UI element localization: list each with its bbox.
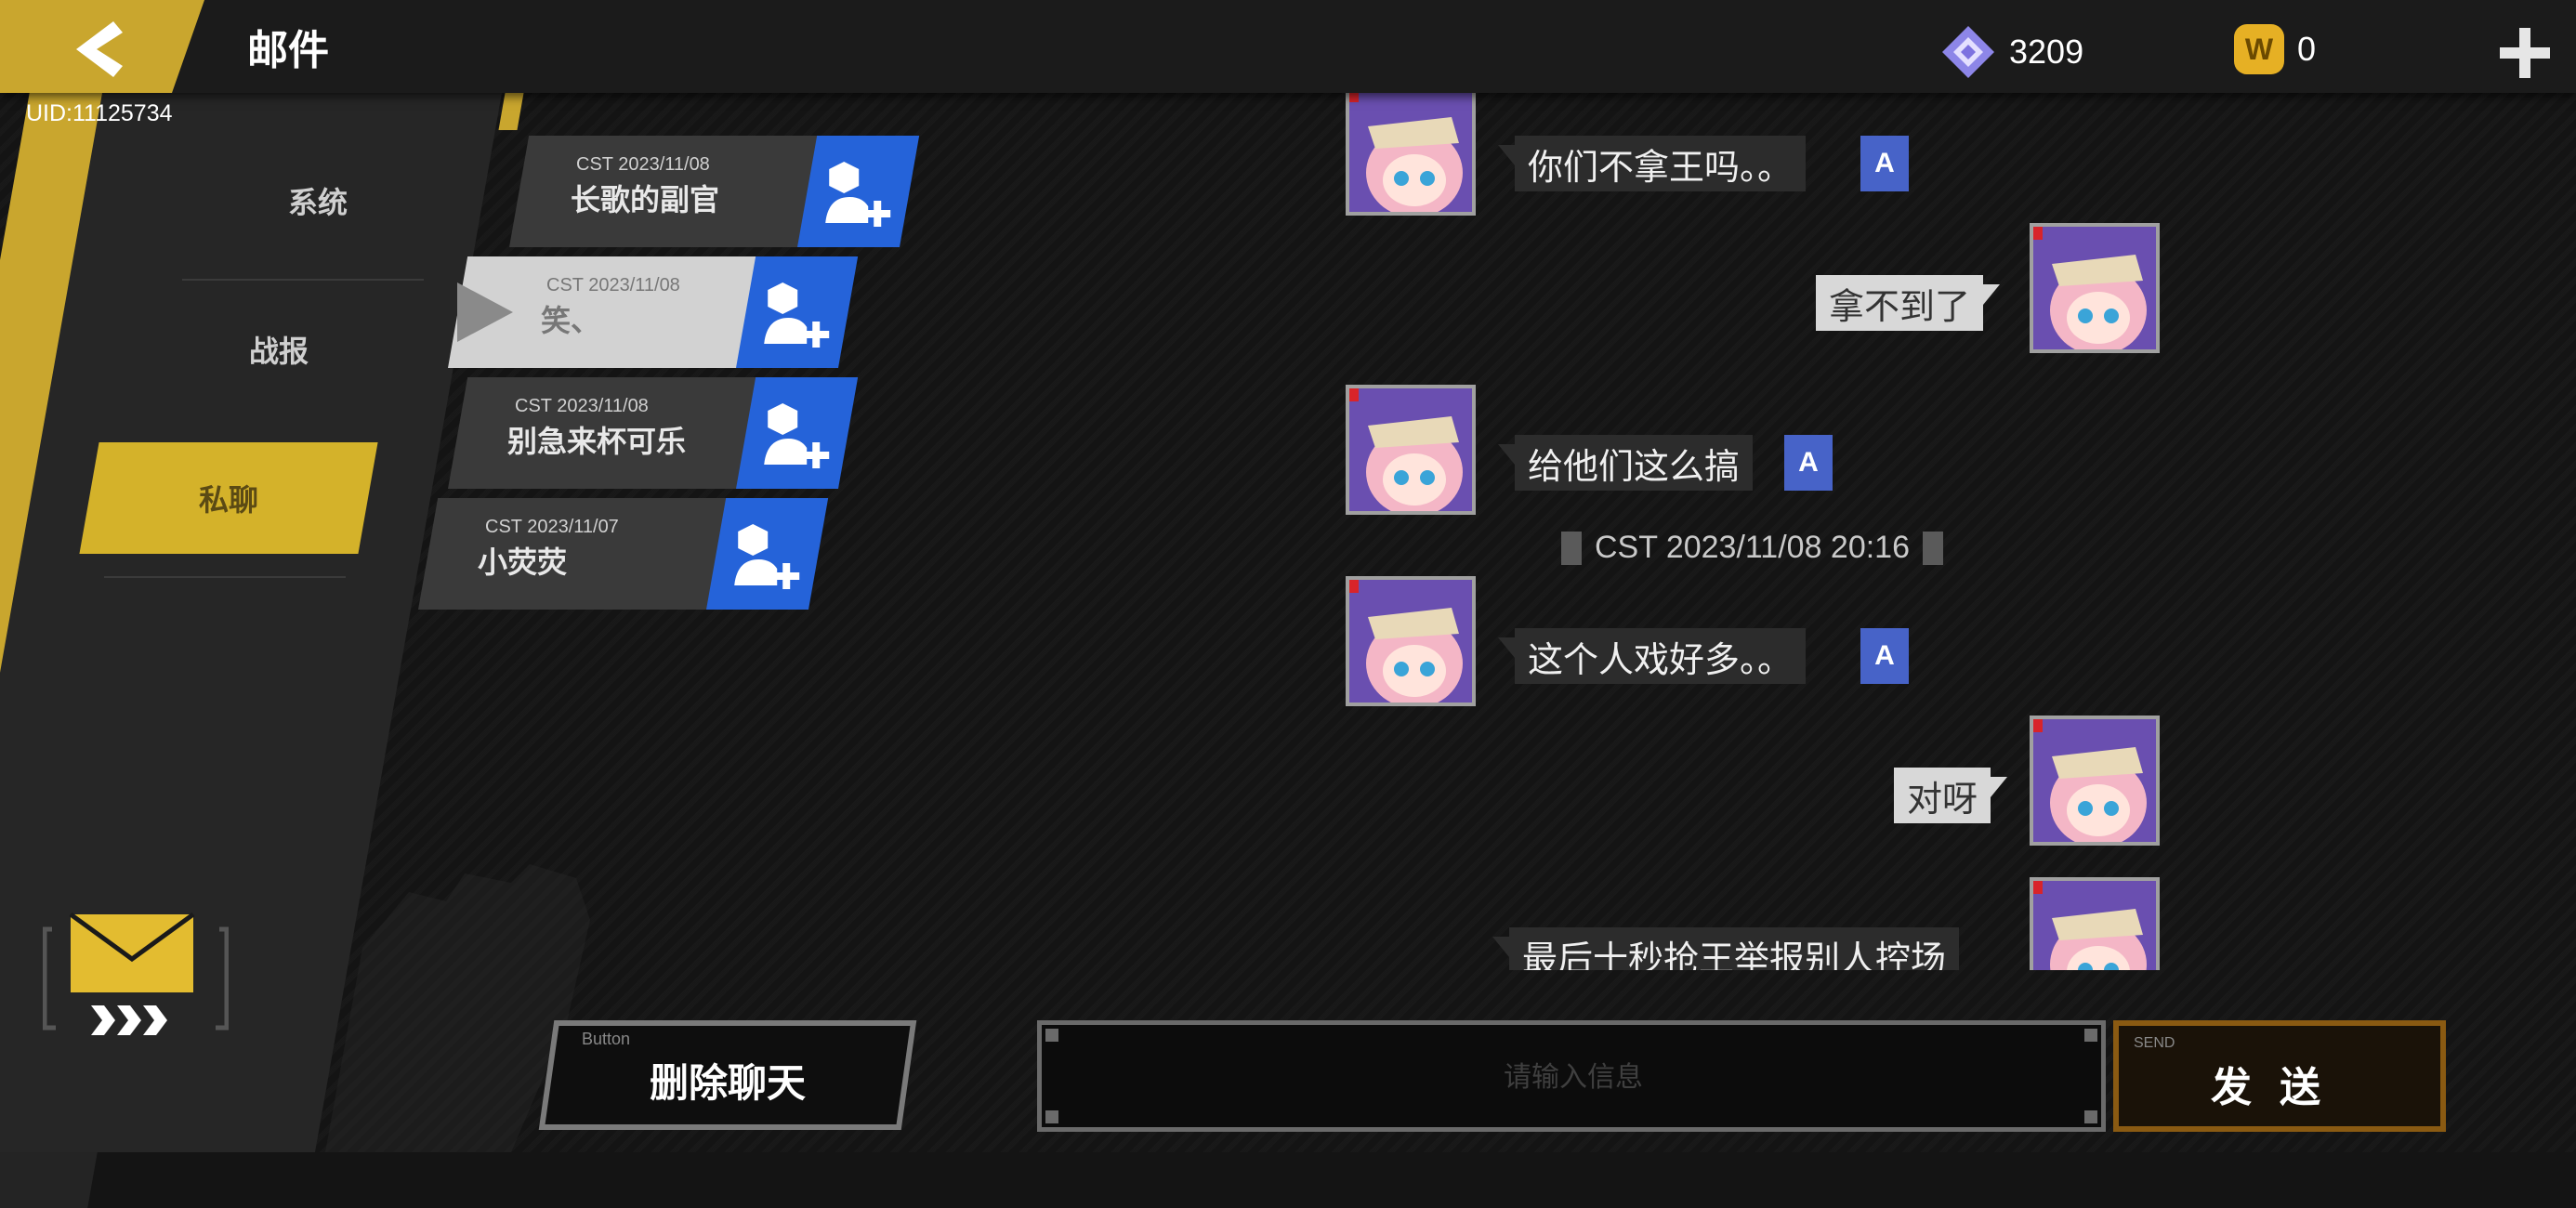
add-friend-icon [764, 403, 830, 468]
contact-name: 长歌的副官 [571, 182, 720, 217]
timestamp-marker [1923, 531, 1944, 565]
avatar[interactable] [1346, 576, 1476, 706]
coin-icon: W [2234, 24, 2284, 74]
coin-count: 0 [2297, 30, 2317, 68]
contact-item[interactable]: CST 2023/11/08 别急来杯可乐 [448, 377, 859, 489]
uid-label: UID:11125734 [26, 100, 173, 126]
add-friend-button[interactable] [797, 136, 920, 247]
button-caption: SEND [2134, 1035, 2175, 1051]
message-input[interactable] [1042, 1025, 2105, 1129]
selected-indicator [457, 282, 513, 342]
nav-item-label: 战报 [248, 334, 309, 369]
nav-item-label: 私聊 [198, 482, 258, 518]
plus-icon[interactable] [2500, 28, 2550, 78]
translate-icon[interactable]: A [1784, 435, 1833, 491]
contact-date: CST 2023/11/08 [515, 396, 649, 416]
nav-item-system[interactable]: 系统 [178, 145, 457, 256]
button-caption: Button [582, 1030, 631, 1048]
delete-chat-button[interactable]: Button 删除聊天 [538, 1020, 917, 1130]
contact-date: CST 2023/11/08 [546, 275, 680, 295]
nav-item-private-chat[interactable]: 私聊 [79, 442, 378, 554]
send-button[interactable]: SEND 发送 [2113, 1020, 2446, 1132]
translate-icon[interactable]: A [1860, 628, 1909, 684]
contact-item[interactable]: CST 2023/11/08 长歌的副官 [509, 136, 920, 247]
message-bubble: 你们不拿王吗。。 [1497, 136, 1807, 191]
add-friend-button[interactable] [736, 256, 859, 368]
back-button[interactable] [0, 0, 204, 93]
contact-card [418, 498, 745, 610]
chat-timestamp: CST 2023/11/08 20:16 [1561, 530, 1944, 566]
message-bubble: 这个人戏好多。。 [1497, 628, 1807, 684]
contact-name: 笑、 [541, 303, 601, 338]
add-friend-icon [764, 282, 830, 348]
message-bubble: 给他们这么搞 [1497, 435, 1754, 491]
timestamp-text: CST 2023/11/08 20:16 [1595, 530, 1911, 565]
gem-counter: 3209 [1940, 24, 2083, 80]
nav-item-label: 系统 [287, 185, 348, 220]
add-friend-icon [825, 162, 891, 227]
page-title: 邮件 [247, 27, 329, 74]
add-friend-icon [734, 524, 800, 589]
nav-divider [104, 576, 346, 578]
avatar[interactable] [2030, 716, 2160, 846]
contact-date: CST 2023/11/07 [485, 517, 619, 537]
back-arrow-icon [76, 21, 123, 77]
avatar[interactable] [1346, 385, 1476, 515]
avatar-image [1349, 580, 1472, 702]
message-bubble: 对呀 [1894, 768, 2008, 823]
avatar-image [2033, 227, 2156, 349]
avatar-image [1349, 388, 1472, 511]
contact-item[interactable]: CST 2023/11/08 笑、 [448, 256, 859, 368]
mail-icon[interactable] [43, 911, 229, 1041]
message-input-box [1037, 1020, 2106, 1132]
avatar-image [2033, 719, 2156, 842]
avatar-image [2033, 881, 2156, 970]
message-bubble: 拿不到了 [1816, 275, 2001, 331]
add-friend-button[interactable] [706, 498, 829, 610]
timestamp-marker [1561, 531, 1582, 565]
chat-clip: 最后十秒抢王举报别人控场 [1487, 873, 2165, 970]
nav-divider [182, 279, 424, 281]
contact-date: CST 2023/11/08 [576, 154, 710, 175]
avatar-image [1349, 89, 1472, 212]
nav-item-battle-report[interactable]: 战报 [139, 294, 418, 405]
avatar[interactable] [1346, 85, 1476, 216]
contact-name: 别急来杯可乐 [507, 424, 687, 459]
add-friend-button[interactable] [736, 377, 859, 489]
gem-icon [1942, 26, 1994, 78]
gem-count: 3209 [2009, 33, 2084, 71]
corner-mark [1045, 1029, 1058, 1042]
coin-counter: W 0 [2234, 24, 2316, 74]
send-label: 发送 [2211, 1064, 2348, 1111]
corner-mark [1045, 1110, 1058, 1123]
top-bar: 邮件 3209 W 0 [0, 0, 2576, 93]
avatar[interactable] [2030, 877, 2160, 970]
contact-name: 小荧荧 [478, 545, 568, 580]
message-bubble: 最后十秒抢王举报别人控场 [1492, 927, 1960, 970]
avatar[interactable] [2030, 223, 2160, 353]
corner-mark [2084, 1029, 2097, 1042]
translate-icon[interactable]: A [1860, 136, 1909, 191]
delete-chat-label: 删除聊天 [649, 1060, 806, 1106]
contact-item[interactable]: CST 2023/11/07 小荧荧 [418, 498, 829, 610]
corner-mark [2084, 1110, 2097, 1123]
